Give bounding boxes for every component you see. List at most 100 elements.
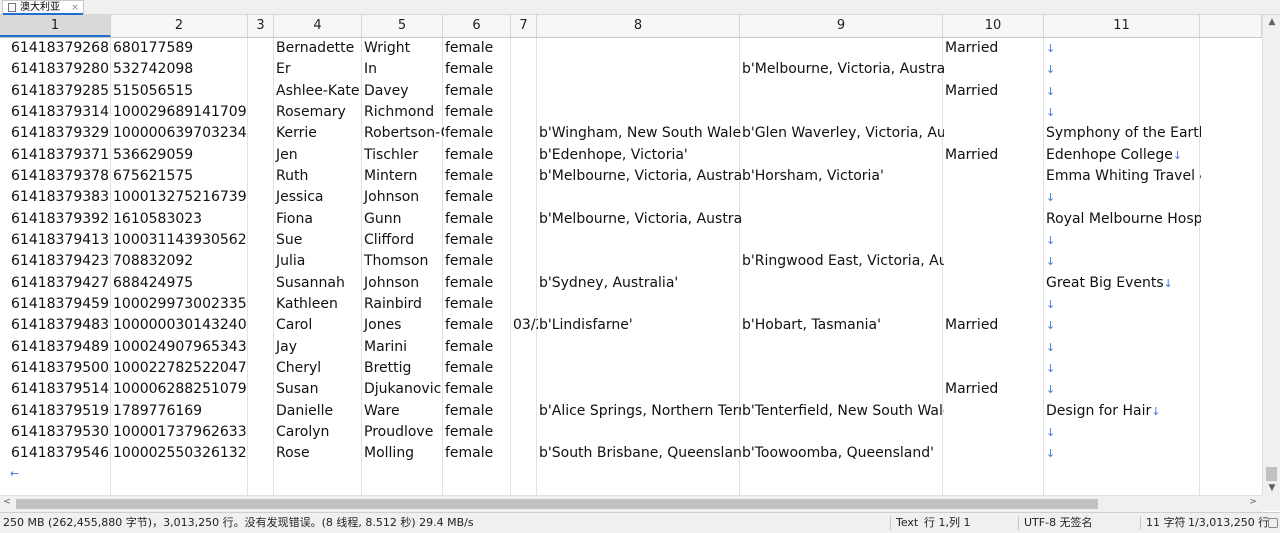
notification-icon[interactable] bbox=[1268, 518, 1278, 528]
cell-col-4[interactable]: Cheryl bbox=[275, 358, 363, 379]
cell-col-4[interactable]: Er bbox=[275, 59, 363, 80]
cell-col-7[interactable] bbox=[512, 230, 538, 251]
cell-col-7[interactable]: 03/2 bbox=[512, 315, 538, 336]
cell-col-8[interactable]: b'Melbourne, Victoria, Australia bbox=[538, 166, 741, 187]
cell-col-7[interactable] bbox=[512, 294, 538, 315]
cell-col-3[interactable] bbox=[249, 443, 275, 464]
column-header-1[interactable]: 1 bbox=[0, 15, 111, 37]
mode-status[interactable]: Text bbox=[896, 513, 918, 533]
encoding-status[interactable]: UTF-8 无签名 bbox=[1024, 513, 1093, 533]
cell-col-5[interactable]: Ware bbox=[363, 401, 444, 422]
cell-col-1[interactable]: 61418379483 bbox=[10, 315, 121, 336]
cell-col-8[interactable] bbox=[538, 81, 741, 102]
cell-col-5[interactable]: Tischler bbox=[363, 145, 444, 166]
cell-col-6[interactable]: female bbox=[444, 315, 512, 336]
cell-col-4[interactable]: Ashlee-Kate bbox=[275, 81, 363, 102]
cell-col-11[interactable]: ↓ bbox=[1045, 422, 1201, 443]
cell-col-8[interactable] bbox=[538, 38, 741, 59]
cell-col-6[interactable]: female bbox=[444, 38, 512, 59]
cell-col-4[interactable]: Carolyn bbox=[275, 422, 363, 443]
cell-col-9[interactable] bbox=[741, 145, 944, 166]
cell-col-1[interactable]: 61418379546 bbox=[10, 443, 121, 464]
cell-col-1[interactable]: 61418379329 bbox=[10, 123, 121, 144]
cell-col-11[interactable]: Edenhope College↓ bbox=[1045, 145, 1201, 166]
cell-col-8[interactable]: b'Alice Springs, Northern Territo bbox=[538, 401, 741, 422]
cell-col-6[interactable]: female bbox=[444, 379, 512, 400]
cell-col-11[interactable]: ↓ bbox=[1045, 251, 1201, 272]
table-row[interactable]: 61418379483 100000030143240 Carol Jones fema… bbox=[0, 315, 1262, 336]
cell-col-5[interactable]: Mintern bbox=[363, 166, 444, 187]
column-header-5[interactable]: 5 bbox=[362, 15, 443, 37]
cell-col-9[interactable]: b'Ringwood East, Victoria, Austr bbox=[741, 251, 944, 272]
cell-col-6[interactable]: female bbox=[444, 443, 512, 464]
cell-col-5[interactable]: Brettig bbox=[363, 358, 444, 379]
cell-col-3[interactable] bbox=[249, 230, 275, 251]
cell-col-9[interactable]: b'Tenterfield, New South Wales' bbox=[741, 401, 944, 422]
cell-col-3[interactable] bbox=[249, 38, 275, 59]
cell-col-11[interactable]: ↓ bbox=[1045, 358, 1201, 379]
table-row[interactable]: 61418379514 100006288251079 Susan Djukanovi… bbox=[0, 379, 1262, 400]
cell-col-6[interactable]: female bbox=[444, 209, 512, 230]
cell-col-3[interactable] bbox=[249, 273, 275, 294]
cell-col-1[interactable]: 61418379413 bbox=[10, 230, 121, 251]
cell-col-8[interactable] bbox=[538, 379, 741, 400]
cell-col-9[interactable] bbox=[741, 209, 944, 230]
cell-col-11[interactable]: Design for Hair↓ bbox=[1045, 401, 1201, 422]
data-grid[interactable]: 1 2 3 4 5 6 7 8 9 10 11 61418379268 680177589 Bernad… bbox=[0, 15, 1262, 495]
cell-col-6[interactable]: female bbox=[444, 251, 512, 272]
cell-col-9[interactable] bbox=[741, 379, 944, 400]
cell-col-8[interactable] bbox=[538, 230, 741, 251]
cell-col-10[interactable]: Married bbox=[944, 315, 1045, 336]
cell-col-7[interactable] bbox=[512, 102, 538, 123]
cell-col-9[interactable] bbox=[741, 81, 944, 102]
cell-col-7[interactable] bbox=[512, 422, 538, 443]
cell-col-4[interactable]: Rose bbox=[275, 443, 363, 464]
cell-col-1[interactable]: 61418379285 bbox=[10, 81, 121, 102]
cell-col-10[interactable] bbox=[944, 187, 1045, 208]
cell-col-1[interactable]: 61418379530 bbox=[10, 422, 121, 443]
table-row[interactable]: 61418379459 100029973002335 Kathleen Rainbi… bbox=[0, 294, 1262, 315]
cell-col-6[interactable]: female bbox=[444, 59, 512, 80]
table-row[interactable]: 61418379546 100002550326132 Rose Molling fem… bbox=[0, 443, 1262, 464]
table-row[interactable]: 61418379413 100031143930562 Sue Clifford fem… bbox=[0, 230, 1262, 251]
cell-col-7[interactable] bbox=[512, 209, 538, 230]
cell-col-1[interactable]: 61418379280 bbox=[10, 59, 121, 80]
cell-col-7[interactable] bbox=[512, 166, 538, 187]
column-header-8[interactable]: 8 bbox=[537, 15, 740, 37]
cell-col-9[interactable]: b'Hobart, Tasmania' bbox=[741, 315, 944, 336]
cell-col-4[interactable]: Danielle bbox=[275, 401, 363, 422]
cell-col-7[interactable] bbox=[512, 38, 538, 59]
cell-col-3[interactable] bbox=[249, 379, 275, 400]
cell-col-3[interactable] bbox=[249, 401, 275, 422]
close-tab-icon[interactable]: × bbox=[70, 2, 80, 14]
cell-col-10[interactable] bbox=[944, 230, 1045, 251]
scroll-down-arrow-icon[interactable]: ▼ bbox=[1263, 483, 1280, 493]
cell-col-11[interactable]: ↓ bbox=[1045, 38, 1201, 59]
cell-col-5[interactable]: Proudlove bbox=[363, 422, 444, 443]
cell-col-10[interactable] bbox=[944, 102, 1045, 123]
table-row[interactable]: 61418379329 100000639703234 Kerrie Robertso… bbox=[0, 123, 1262, 144]
cell-col-5[interactable]: Clifford bbox=[363, 230, 444, 251]
cell-col-5[interactable]: Davey bbox=[363, 81, 444, 102]
cell-col-3[interactable] bbox=[249, 187, 275, 208]
cell-col-11[interactable]: ↓ bbox=[1045, 443, 1201, 464]
cell-col-8[interactable]: b'South Brisbane, Queensland' bbox=[538, 443, 741, 464]
scroll-right-arrow-icon[interactable]: > bbox=[1246, 497, 1260, 507]
cell-col-4[interactable]: Jen bbox=[275, 145, 363, 166]
column-header-9[interactable]: 9 bbox=[740, 15, 943, 37]
cell-col-2[interactable]: 100002550326132 bbox=[112, 443, 249, 464]
cell-col-9[interactable]: b'Toowoomba, Queensland' bbox=[741, 443, 944, 464]
table-row[interactable]: 61418379268 680177589 Bernadette Wright fema… bbox=[0, 38, 1262, 59]
cell-col-4[interactable]: Susan bbox=[275, 379, 363, 400]
column-header-7[interactable]: 7 bbox=[511, 15, 537, 37]
cell-col-2[interactable]: 100000030143240 bbox=[112, 315, 249, 336]
table-row[interactable]: 61418379427 688424975 Susannah Johnson femal… bbox=[0, 273, 1262, 294]
cell-col-10[interactable] bbox=[944, 422, 1045, 443]
cell-col-9[interactable] bbox=[741, 422, 944, 443]
cell-col-7[interactable] bbox=[512, 337, 538, 358]
cell-col-8[interactable] bbox=[538, 59, 741, 80]
cell-col-1[interactable]: 61418379459 bbox=[10, 294, 121, 315]
column-header-2[interactable]: 2 bbox=[111, 15, 248, 37]
cell-col-7[interactable] bbox=[512, 273, 538, 294]
cell-col-9[interactable] bbox=[741, 337, 944, 358]
